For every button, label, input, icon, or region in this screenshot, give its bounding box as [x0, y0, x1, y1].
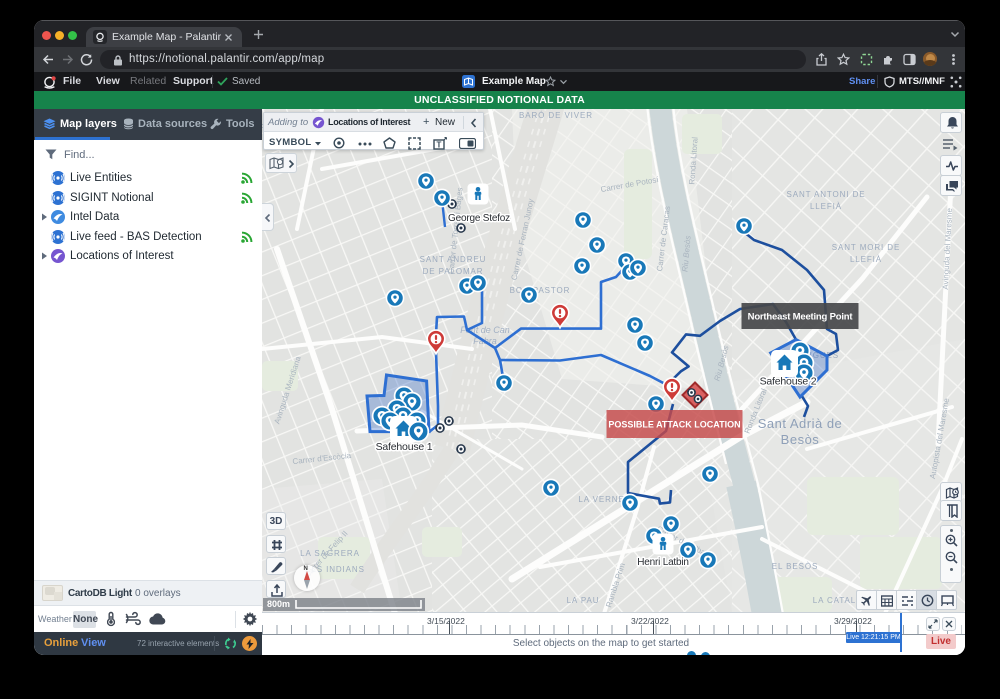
- svg-text:Safehouse 1: Safehouse 1: [376, 441, 433, 453]
- svg-text:Henri Latbin: Henri Latbin: [637, 557, 689, 568]
- svg-text:Northeast Meeting Point: Northeast Meeting Point: [748, 312, 854, 323]
- svg-text:LLEFIÀ: LLEFIÀ: [850, 255, 882, 264]
- svg-text:LLEFIÀ: LLEFIÀ: [810, 202, 842, 211]
- svg-text:Safehouse 2: Safehouse 2: [760, 376, 817, 388]
- svg-text:Besòs: Besòs: [781, 432, 820, 447]
- svg-text:SANT ANTONI DE: SANT ANTONI DE: [787, 190, 866, 199]
- svg-text:BON PASTOR: BON PASTOR: [510, 286, 571, 295]
- svg-text:George Stefoz: George Stefoz: [448, 213, 510, 224]
- svg-text:BARÓ DE VIVER: BARÓ DE VIVER: [519, 111, 593, 120]
- svg-text:Sant Adrià de: Sant Adrià de: [758, 416, 843, 431]
- svg-text:POSSIBLE ATTACK LOCATION: POSSIBLE ATTACK LOCATION: [608, 420, 740, 430]
- svg-text:T: T: [437, 141, 442, 150]
- svg-text:SANT MORI DE: SANT MORI DE: [832, 243, 900, 252]
- svg-text:LA PAU: LA PAU: [567, 596, 600, 605]
- svg-text:EL BESÒS: EL BESÒS: [772, 562, 818, 571]
